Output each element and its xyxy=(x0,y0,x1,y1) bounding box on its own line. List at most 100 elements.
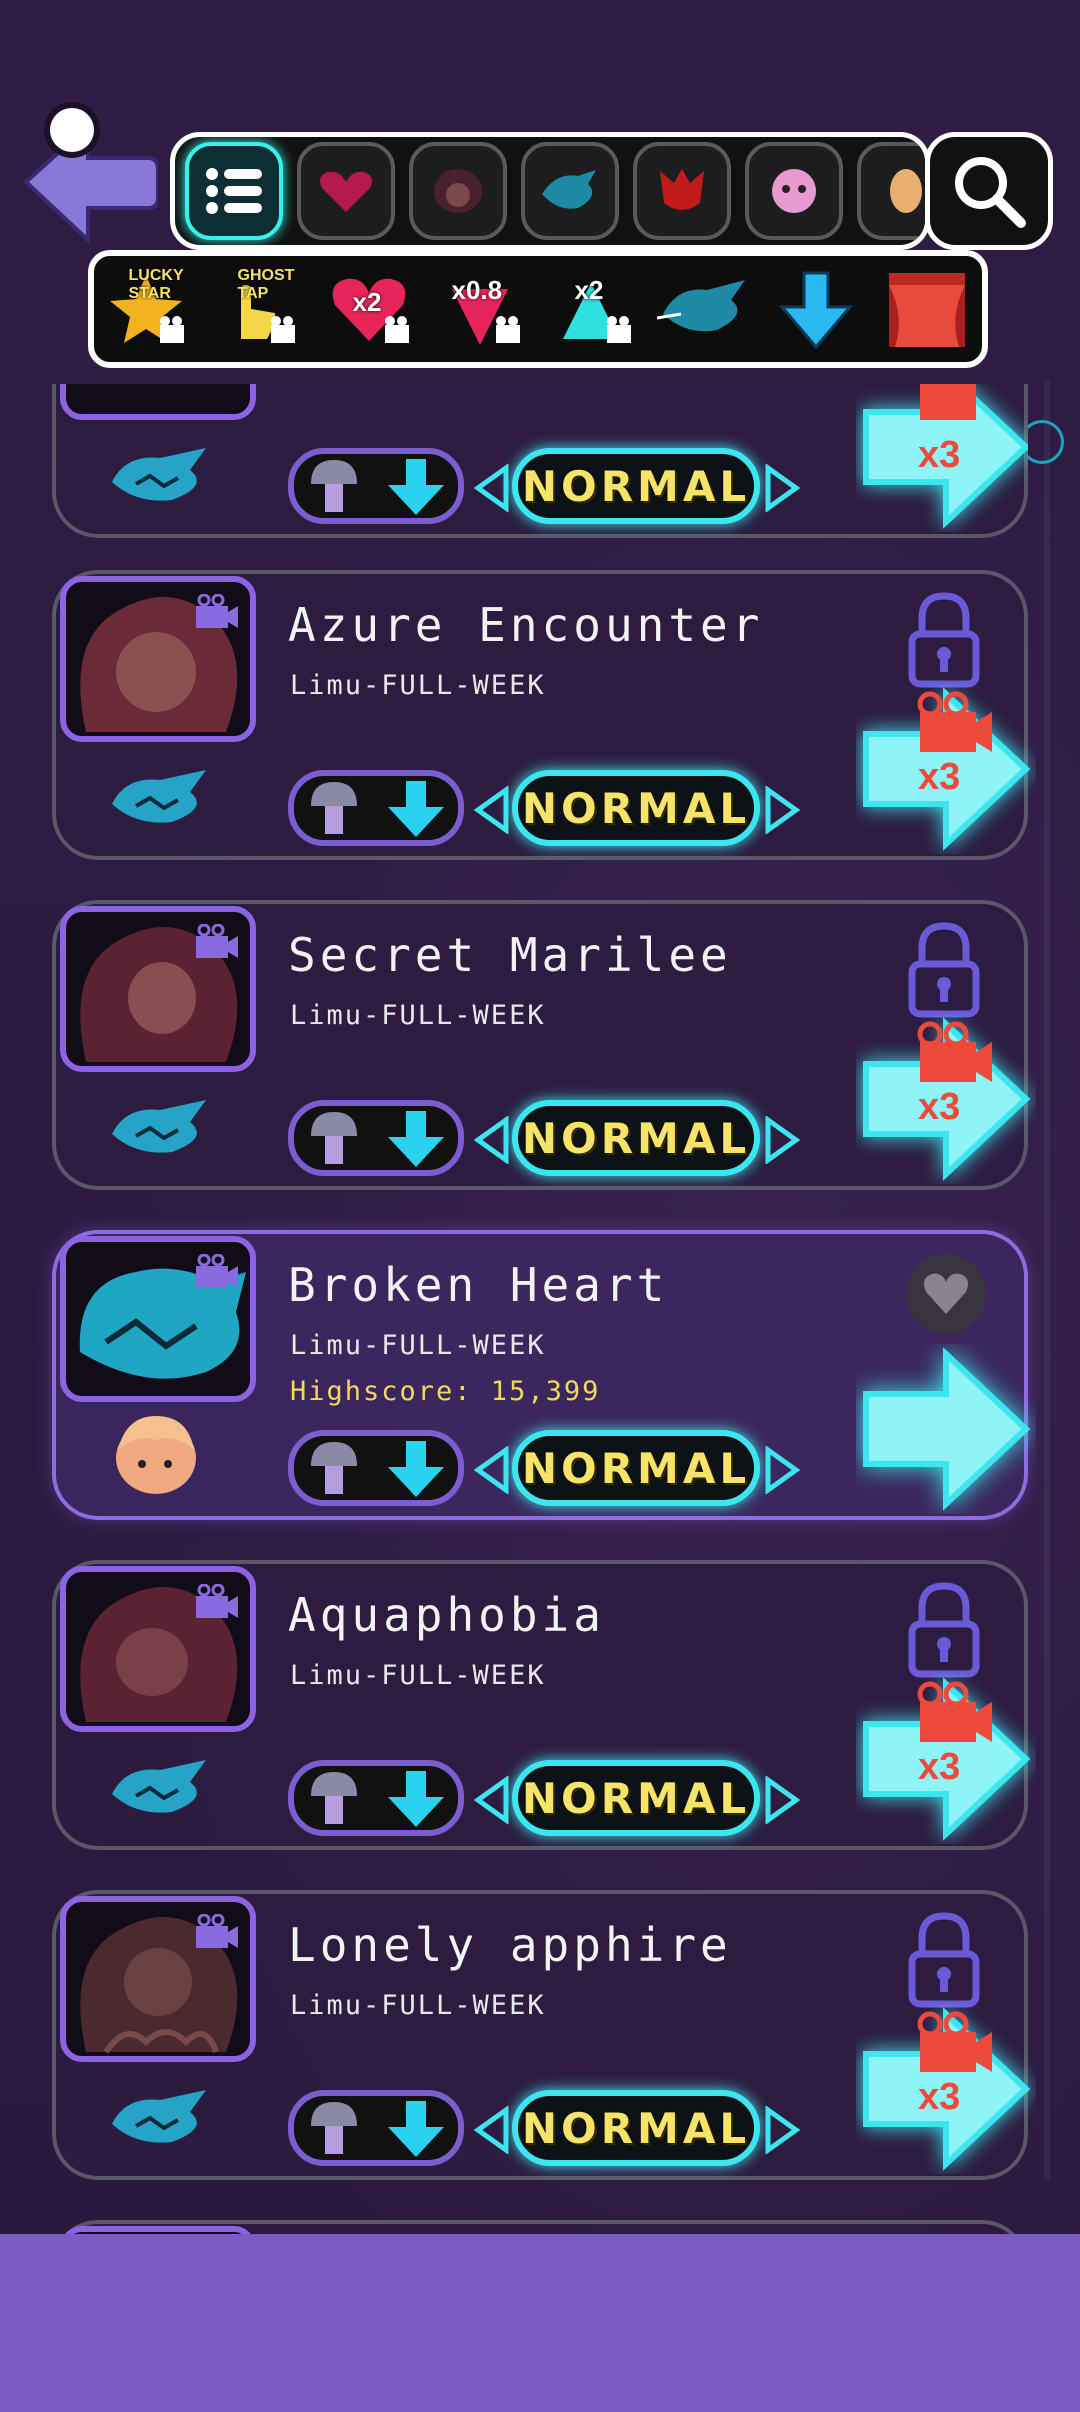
speed-modifier[interactable]: x0.8 xyxy=(434,265,532,353)
search-button[interactable] xyxy=(925,132,1053,250)
arrow-modifier[interactable] xyxy=(767,265,865,353)
scrollbar[interactable] xyxy=(1044,380,1050,2180)
lucky-star-label: LUCKY STAR xyxy=(128,267,184,302)
song-subtitle: Limu-FULL-WEEK xyxy=(290,1000,546,1031)
down-arrow-icon xyxy=(387,781,444,837)
song-title: Azure Encounter xyxy=(288,598,764,652)
opponent-modifier[interactable] xyxy=(656,265,754,353)
opponent-bird-icon xyxy=(112,1100,206,1153)
stage-curtain-icon xyxy=(888,273,965,347)
play-arrow-icon[interactable] xyxy=(856,1344,1036,1514)
difficulty-selector[interactable]: NORMAL xyxy=(512,1760,760,1836)
category-more-button[interactable] xyxy=(857,142,925,240)
difficulty-prev-arrow[interactable] xyxy=(474,1446,510,1494)
lock-icon xyxy=(908,592,980,688)
opponent-bird-icon xyxy=(112,770,206,823)
difficulty-selector[interactable]: NORMAL xyxy=(512,1430,760,1506)
camera-icon xyxy=(196,594,238,628)
down-arrow-icon xyxy=(387,1111,444,1167)
song-title: Lonely apphire xyxy=(288,1918,732,1972)
character-icon xyxy=(890,169,922,213)
stage-modifier[interactable] xyxy=(878,265,976,353)
difficulty-prev-arrow[interactable] xyxy=(474,2106,510,2154)
difficulty-prev-arrow[interactable] xyxy=(474,1116,510,1164)
difficulty-next-arrow[interactable] xyxy=(764,1116,800,1164)
song-highscore: Highscore: 15,399 xyxy=(290,1376,601,1407)
camera-icon xyxy=(196,1254,238,1288)
reward-label: x3 xyxy=(918,434,961,476)
reward-label: x3 xyxy=(918,1086,961,1128)
song-title: Aquaphobia xyxy=(288,1588,605,1642)
down-arrow-icon xyxy=(387,459,444,515)
reward-label: x3 xyxy=(918,2076,961,2118)
song-controls[interactable] xyxy=(288,770,464,846)
opponent-bird-icon xyxy=(112,1760,206,1813)
song-portrait xyxy=(60,1896,256,2062)
song-controls[interactable] xyxy=(288,1430,464,1506)
category-pink-button[interactable] xyxy=(745,142,843,240)
down-arrow-icon xyxy=(387,1441,444,1497)
heart-icon xyxy=(924,1273,968,1314)
scroll-speed-modifier[interactable]: x2 xyxy=(545,265,643,353)
difficulty-selector[interactable]: NORMAL xyxy=(512,448,760,524)
song-card-aquaphobia[interactable]: Aquaphobia Limu-FULL-WEEK NORMAL x3 xyxy=(52,1560,1031,1850)
difficulty-next-arrow[interactable] xyxy=(764,464,800,512)
ghost-tap-label: GHOST TAP xyxy=(237,267,295,302)
camera-icon xyxy=(196,1584,238,1618)
difficulty-next-arrow[interactable] xyxy=(764,786,800,834)
difficulty-next-arrow[interactable] xyxy=(764,1776,800,1824)
song-portrait xyxy=(60,1566,256,1732)
bottom-panel xyxy=(0,2234,1080,2412)
lock-icon xyxy=(908,922,980,1018)
difficulty-next-arrow[interactable] xyxy=(764,2106,800,2154)
lock-icon xyxy=(908,1912,980,2008)
song-card-broken-heart[interactable]: Broken Heart Limu-FULL-WEEK Highscore: 1… xyxy=(52,1230,1031,1520)
difficulty-prev-arrow[interactable] xyxy=(474,1776,510,1824)
category-demon-button[interactable] xyxy=(633,142,731,240)
down-arrow-icon xyxy=(387,1771,444,1827)
girl-character-icon xyxy=(434,169,482,213)
pink-character-icon xyxy=(772,169,816,213)
heart-modifier[interactable]: x2 xyxy=(323,265,421,353)
category-heart-button[interactable] xyxy=(297,142,395,240)
heart-character-icon xyxy=(320,171,372,212)
demon-character-icon xyxy=(660,169,704,210)
bird-character-icon xyxy=(542,170,596,209)
reward-label: x3 xyxy=(918,756,961,798)
song-card-azure-encounter[interactable]: Azure Encounter Limu-FULL-WEEK NORMAL x3 xyxy=(52,570,1031,860)
song-controls[interactable] xyxy=(288,1100,464,1176)
mushroom-icon xyxy=(310,460,357,512)
category-list-button[interactable] xyxy=(185,142,283,240)
mushroom-icon xyxy=(310,782,357,834)
lucky-star-modifier[interactable]: LUCKY STAR xyxy=(101,265,199,353)
song-subtitle: Limu-FULL-WEEK xyxy=(290,670,546,701)
player-girl-icon xyxy=(116,1416,196,1494)
difficulty-next-arrow[interactable] xyxy=(764,1446,800,1494)
song-subtitle: Limu-FULL-WEEK xyxy=(290,1660,546,1691)
difficulty-selector[interactable]: NORMAL xyxy=(512,770,760,846)
song-controls[interactable] xyxy=(288,448,464,524)
favorite-button[interactable] xyxy=(906,1254,986,1334)
reward-label: x3 xyxy=(918,1746,961,1788)
song-subtitle: Limu-FULL-WEEK xyxy=(290,1990,546,2021)
ghost-tap-modifier[interactable]: GHOST TAP xyxy=(212,265,310,353)
category-girl-button[interactable] xyxy=(409,142,507,240)
category-bird-button[interactable] xyxy=(521,142,619,240)
difficulty-selector[interactable]: NORMAL xyxy=(512,1100,760,1176)
down-arrow-icon xyxy=(387,2101,444,2157)
song-controls[interactable] xyxy=(288,1760,464,1836)
difficulty-selector[interactable]: NORMAL xyxy=(512,2090,760,2166)
lock-icon xyxy=(908,1582,980,1678)
song-card-lonely-apphire[interactable]: Lonely apphire Limu-FULL-WEEK NORMAL x3 xyxy=(52,1890,1031,2180)
song-portrait xyxy=(60,576,256,742)
song-controls[interactable] xyxy=(288,2090,464,2166)
difficulty-prev-arrow[interactable] xyxy=(474,786,510,834)
heart-multiplier-label: x2 xyxy=(352,287,382,317)
search-icon xyxy=(955,157,1026,228)
difficulty-prev-arrow[interactable] xyxy=(474,464,510,512)
notification-dot xyxy=(50,108,94,152)
camera-icon xyxy=(196,1914,238,1948)
song-card-secret-marilee[interactable]: Secret Marilee Limu-FULL-WEEK NORMAL x3 xyxy=(52,900,1031,1190)
speed-multiplier-label: x0.8 xyxy=(451,275,503,305)
song-portrait xyxy=(60,1236,256,1402)
